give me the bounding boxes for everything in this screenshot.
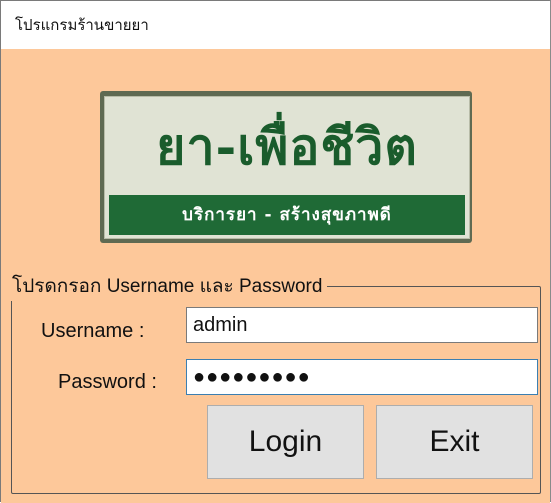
logo-sub-text: บริการยา - สร้างสุขภาพดี [109, 195, 465, 235]
groupbox-legend: โปรดกรอก Username และ Password [11, 271, 328, 301]
exit-button[interactable]: Exit [376, 405, 533, 479]
logo-plate: ยา-เพื่อชีวิต บริการยา - สร้างสุขภาพดี [104, 96, 470, 239]
title-bar[interactable]: โปรแกรมร้านขายยา [1, 1, 550, 49]
username-label: Username : [41, 320, 145, 342]
logo-main-text: ยา-เพื่อชีวิต [156, 117, 418, 176]
password-input[interactable]: ●●●●●●●●● [186, 359, 538, 395]
login-window: โปรแกรมร้านขายยา ยา-เพื่อชีวิต บริการยา … [0, 0, 551, 503]
store-logo: ยา-เพื่อชีวิต บริการยา - สร้างสุขภาพดี [100, 91, 472, 243]
login-button[interactable]: Login [207, 405, 364, 479]
password-label: Password : [58, 371, 157, 393]
username-input[interactable] [186, 307, 538, 343]
form-client-area: ยา-เพื่อชีวิต บริการยา - สร้างสุขภาพดี โ… [1, 49, 550, 503]
window-title: โปรแกรมร้านขายยา [15, 16, 149, 34]
